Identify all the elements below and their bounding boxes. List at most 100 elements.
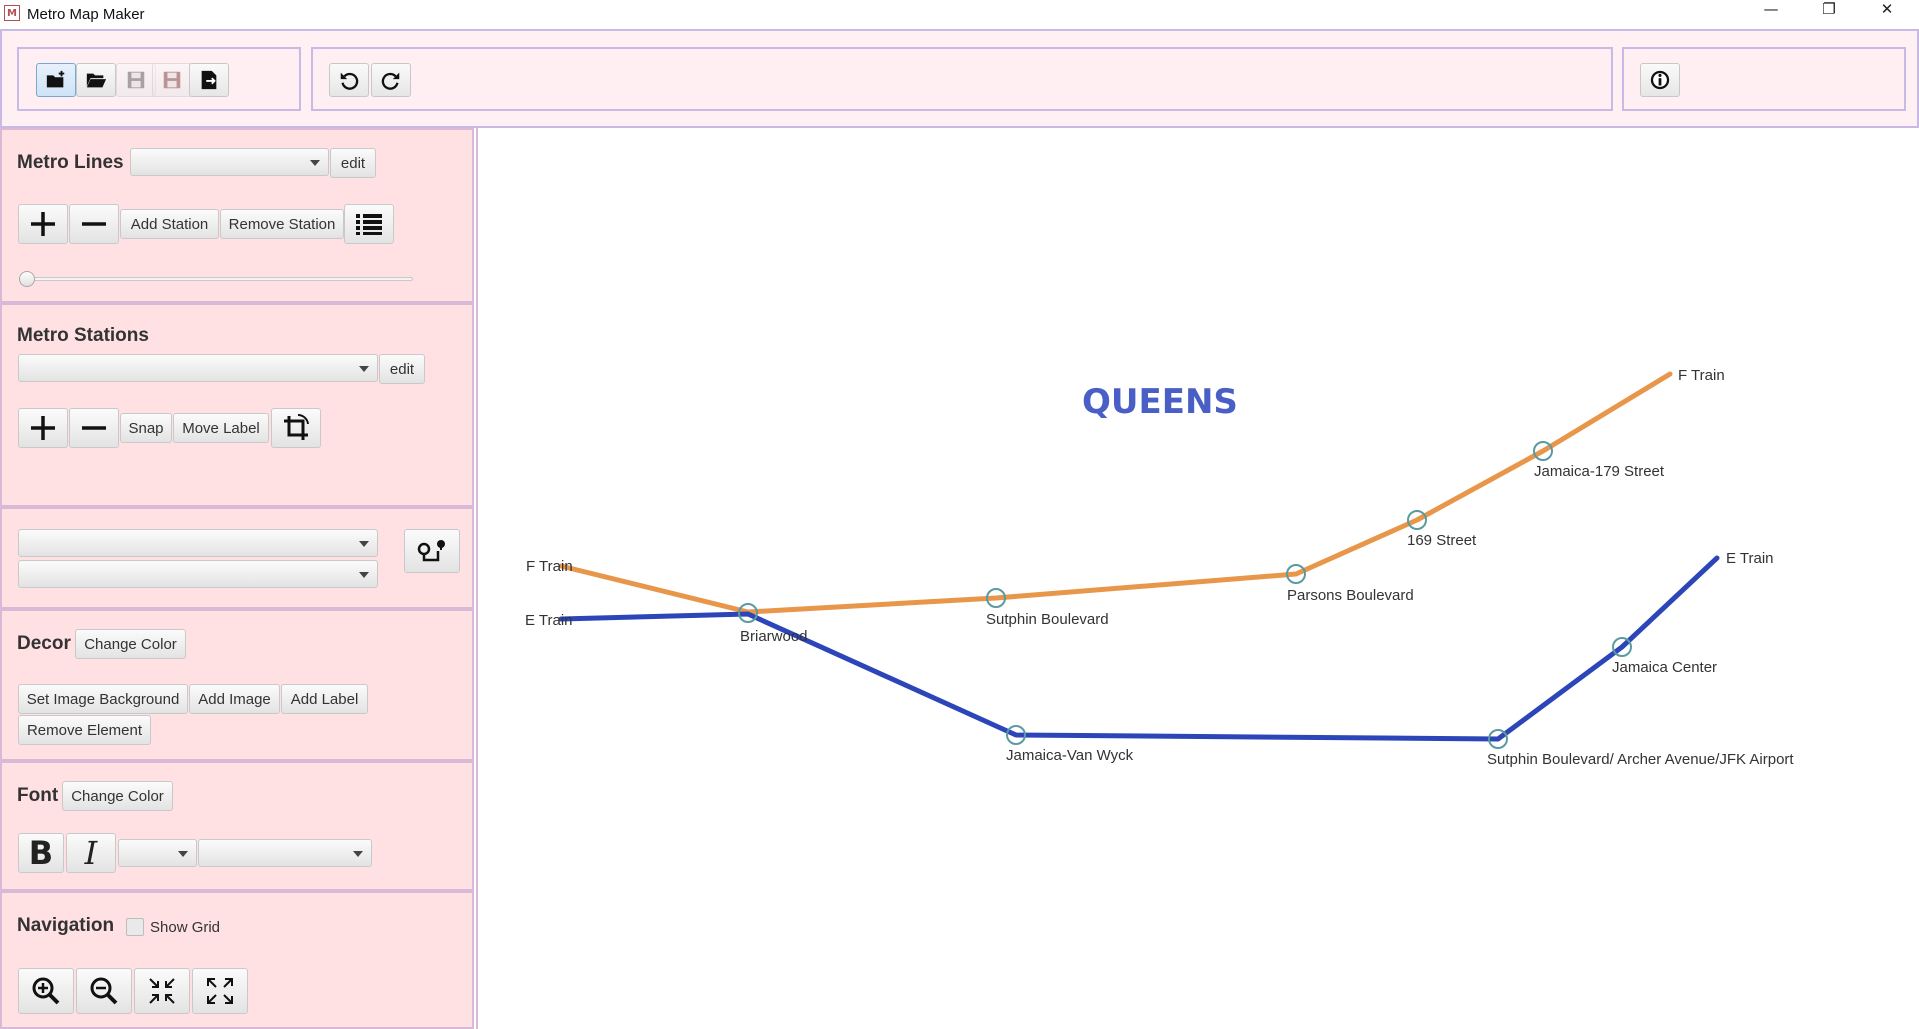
edit-panel: Metro Lines edit Add Station Remove Stat… [0,128,476,1029]
list-stations-button[interactable] [344,204,394,244]
map-canvas[interactable]: QUEENS F Train F Train E Train E Train B… [476,128,1919,1029]
station-label-jamaica-van-wyck[interactable]: Jamaica-Van Wyck [1006,747,1133,764]
zoom-out-icon [90,977,118,1005]
zoom-out-button[interactable] [76,968,132,1014]
edit-line-button[interactable]: edit [330,148,376,178]
undo-button[interactable] [329,63,369,97]
add-label-button[interactable]: Add Label [281,684,368,714]
font-change-color-button[interactable]: Change Color [62,781,173,811]
edit-station-button[interactable]: edit [379,354,425,384]
restore-button[interactable]: ❐ [1800,0,1858,29]
chevron-down-icon [178,851,188,857]
bold-label: B [28,834,54,872]
f-train-end-label[interactable]: F Train [1678,367,1725,384]
open-map-button[interactable] [76,63,116,97]
save-icon [127,71,145,89]
navigation-title: Navigation [17,915,115,936]
minus-icon [82,426,106,430]
redo-icon [381,72,400,90]
station-label-jamaica-179-street[interactable]: Jamaica-179 Street [1534,463,1664,480]
zoom-in-icon [32,977,60,1005]
font-title: Font [17,785,59,806]
move-label-button[interactable]: Move Label [173,413,269,443]
rotate-label-button[interactable] [271,408,321,448]
chevron-down-icon [310,160,320,166]
remove-station-from-line-button[interactable]: Remove Station [220,209,344,239]
snap-button[interactable]: Snap [120,413,172,443]
e-train-start-label[interactable]: E Train [525,612,573,629]
chevron-down-icon [359,541,369,547]
chevron-down-icon [359,366,369,372]
bold-button[interactable]: B [18,833,64,873]
shrink-map-button[interactable] [134,968,190,1014]
list-icon [356,214,382,235]
route-icon [417,540,445,562]
add-image-button[interactable]: Add Image [189,684,280,714]
line-thickness-slider[interactable] [20,277,413,281]
route-section [0,507,474,609]
expand-icon [207,978,233,1004]
find-route-button[interactable] [404,529,460,573]
f-train-start-label[interactable]: F Train [526,558,573,575]
map-title-label[interactable]: QUEENS [1082,382,1238,422]
station-label-sutphin-archer-jfk[interactable]: Sutphin Boulevard/ Archer Avenue/JFK Air… [1487,751,1794,768]
station-label-sutphin-boulevard[interactable]: Sutphin Boulevard [986,611,1109,628]
title-bar: M Metro Map Maker — ❐ ✕ [0,0,1919,29]
metro-station-select[interactable] [18,354,378,382]
metro-map [558,371,1720,749]
minimize-button[interactable]: — [1742,0,1800,29]
route-to-select[interactable] [18,560,378,588]
crop-rotate-icon [284,413,309,440]
metro-stations-title: Metro Stations [17,325,149,346]
font-family-select[interactable] [198,839,372,867]
metro-stations-section: Metro Stations edit Snap Move Label [0,303,474,532]
plus-icon [31,416,55,440]
chevron-down-icon [353,851,363,857]
edit-toolbar [311,47,1613,111]
metro-line-select[interactable] [130,148,329,176]
file-toolbar [17,47,301,111]
expand-map-button[interactable] [192,968,248,1014]
about-button[interactable] [1640,63,1680,97]
chevron-down-icon [359,572,369,578]
decor-change-color-button[interactable]: Change Color [75,629,186,659]
collapse-icon [149,978,175,1004]
station-label-parsons-boulevard[interactable]: Parsons Boulevard [1287,587,1414,604]
app-icon: M [4,5,20,21]
open-icon [86,73,107,88]
e-train-end-label[interactable]: E Train [1726,550,1774,567]
info-icon [1650,70,1670,90]
remove-element-button[interactable]: Remove Element [18,715,151,745]
add-station-button[interactable] [18,408,68,448]
close-button[interactable]: ✕ [1858,0,1916,29]
toolbar [0,29,1919,128]
export-icon [201,70,217,90]
show-grid-checkbox[interactable] [126,918,144,936]
station-label-jamaica-center[interactable]: Jamaica Center [1612,659,1717,676]
save-as-icon [163,71,181,89]
undo-icon [340,72,359,90]
station-label-briarwood[interactable]: Briarwood [740,628,808,645]
italic-label: I [84,834,98,872]
new-icon [46,70,65,88]
metro-lines-title: Metro Lines [17,152,124,173]
zoom-in-button[interactable] [18,968,74,1014]
new-map-button[interactable] [36,63,76,97]
station-label-169-street[interactable]: 169 Street [1407,532,1476,549]
plus-icon [31,212,55,236]
export-button[interactable] [189,63,229,97]
add-line-button[interactable] [18,204,68,244]
remove-line-button[interactable] [69,204,119,244]
italic-button[interactable]: I [66,833,116,873]
save-button[interactable] [116,63,156,97]
window-title: Metro Map Maker [27,6,145,23]
set-image-background-button[interactable]: Set Image Background [18,684,188,714]
font-size-select[interactable] [118,839,197,867]
line-thickness-slider-thumb[interactable] [19,271,35,287]
redo-button[interactable] [371,63,411,97]
add-station-to-line-button[interactable]: Add Station [120,209,219,239]
help-toolbar [1622,47,1906,111]
route-from-select[interactable] [18,529,378,557]
save-as-button[interactable] [152,63,192,97]
remove-station-button[interactable] [69,408,119,448]
